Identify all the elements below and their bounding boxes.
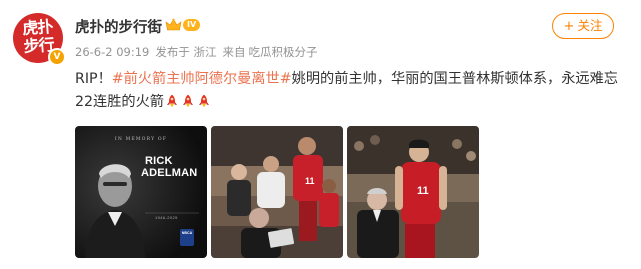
post-meta: 26-6-2 09:19 发布于 浙江 来自 吃瓜积极分子 <box>75 44 324 60</box>
vip-level-label: IV <box>183 19 201 31</box>
jersey-number: 11 <box>417 185 429 197</box>
post-location: 发布于 浙江 <box>155 45 217 59</box>
nbca-logo: NBCA <box>180 229 194 246</box>
post-image-3[interactable]: 11 <box>347 126 479 258</box>
source-name: 吃瓜积极分子 <box>248 45 318 59</box>
crown-icon <box>165 18 182 31</box>
post-text: RIP！#前火箭主帅阿德尔曼离世#姚明的前主帅，华丽的国王普林斯顿体系，永远难忘… <box>75 68 620 113</box>
weibo-post-card: 虎扑 步行 V 虎扑的步行街 IV 26-6-2 09:19 发布于 浙江 来自 吃瓜积… <box>0 0 641 269</box>
jersey-number: 11 <box>305 176 315 186</box>
author-name[interactable]: 虎扑的步行街 <box>75 16 162 37</box>
post-image-1[interactable]: IN MEMORY OF RICK ADELMAN 1946-2025 NBCA <box>75 126 207 258</box>
vip-badge[interactable]: IV <box>165 17 201 33</box>
rocket-icon <box>167 94 177 107</box>
rocket-icon <box>183 94 193 107</box>
follow-label: 关注 <box>577 18 603 33</box>
rocket-icon <box>199 94 209 107</box>
follow-button[interactable]: + 关注 <box>552 13 614 39</box>
post-image-2[interactable]: 11 <box>211 126 343 258</box>
huddle-photo <box>211 126 343 258</box>
post-date[interactable]: 26-6-2 09:19 <box>75 45 149 59</box>
coach-yao-photo <box>347 126 479 258</box>
memory-years: 1946-2025 <box>155 215 178 220</box>
verified-badge-icon: V <box>48 48 66 66</box>
source-prefix: 来自 <box>222 45 246 59</box>
post-prefix: RIP！ <box>75 71 112 87</box>
memory-last-name: ADELMAN <box>141 167 198 179</box>
memory-title: IN MEMORY OF <box>114 137 168 142</box>
plus-icon: + <box>563 19 575 34</box>
memory-first-name: RICK <box>145 155 173 167</box>
topic-link[interactable]: #前火箭主帅阿德尔曼离世# <box>112 71 292 87</box>
